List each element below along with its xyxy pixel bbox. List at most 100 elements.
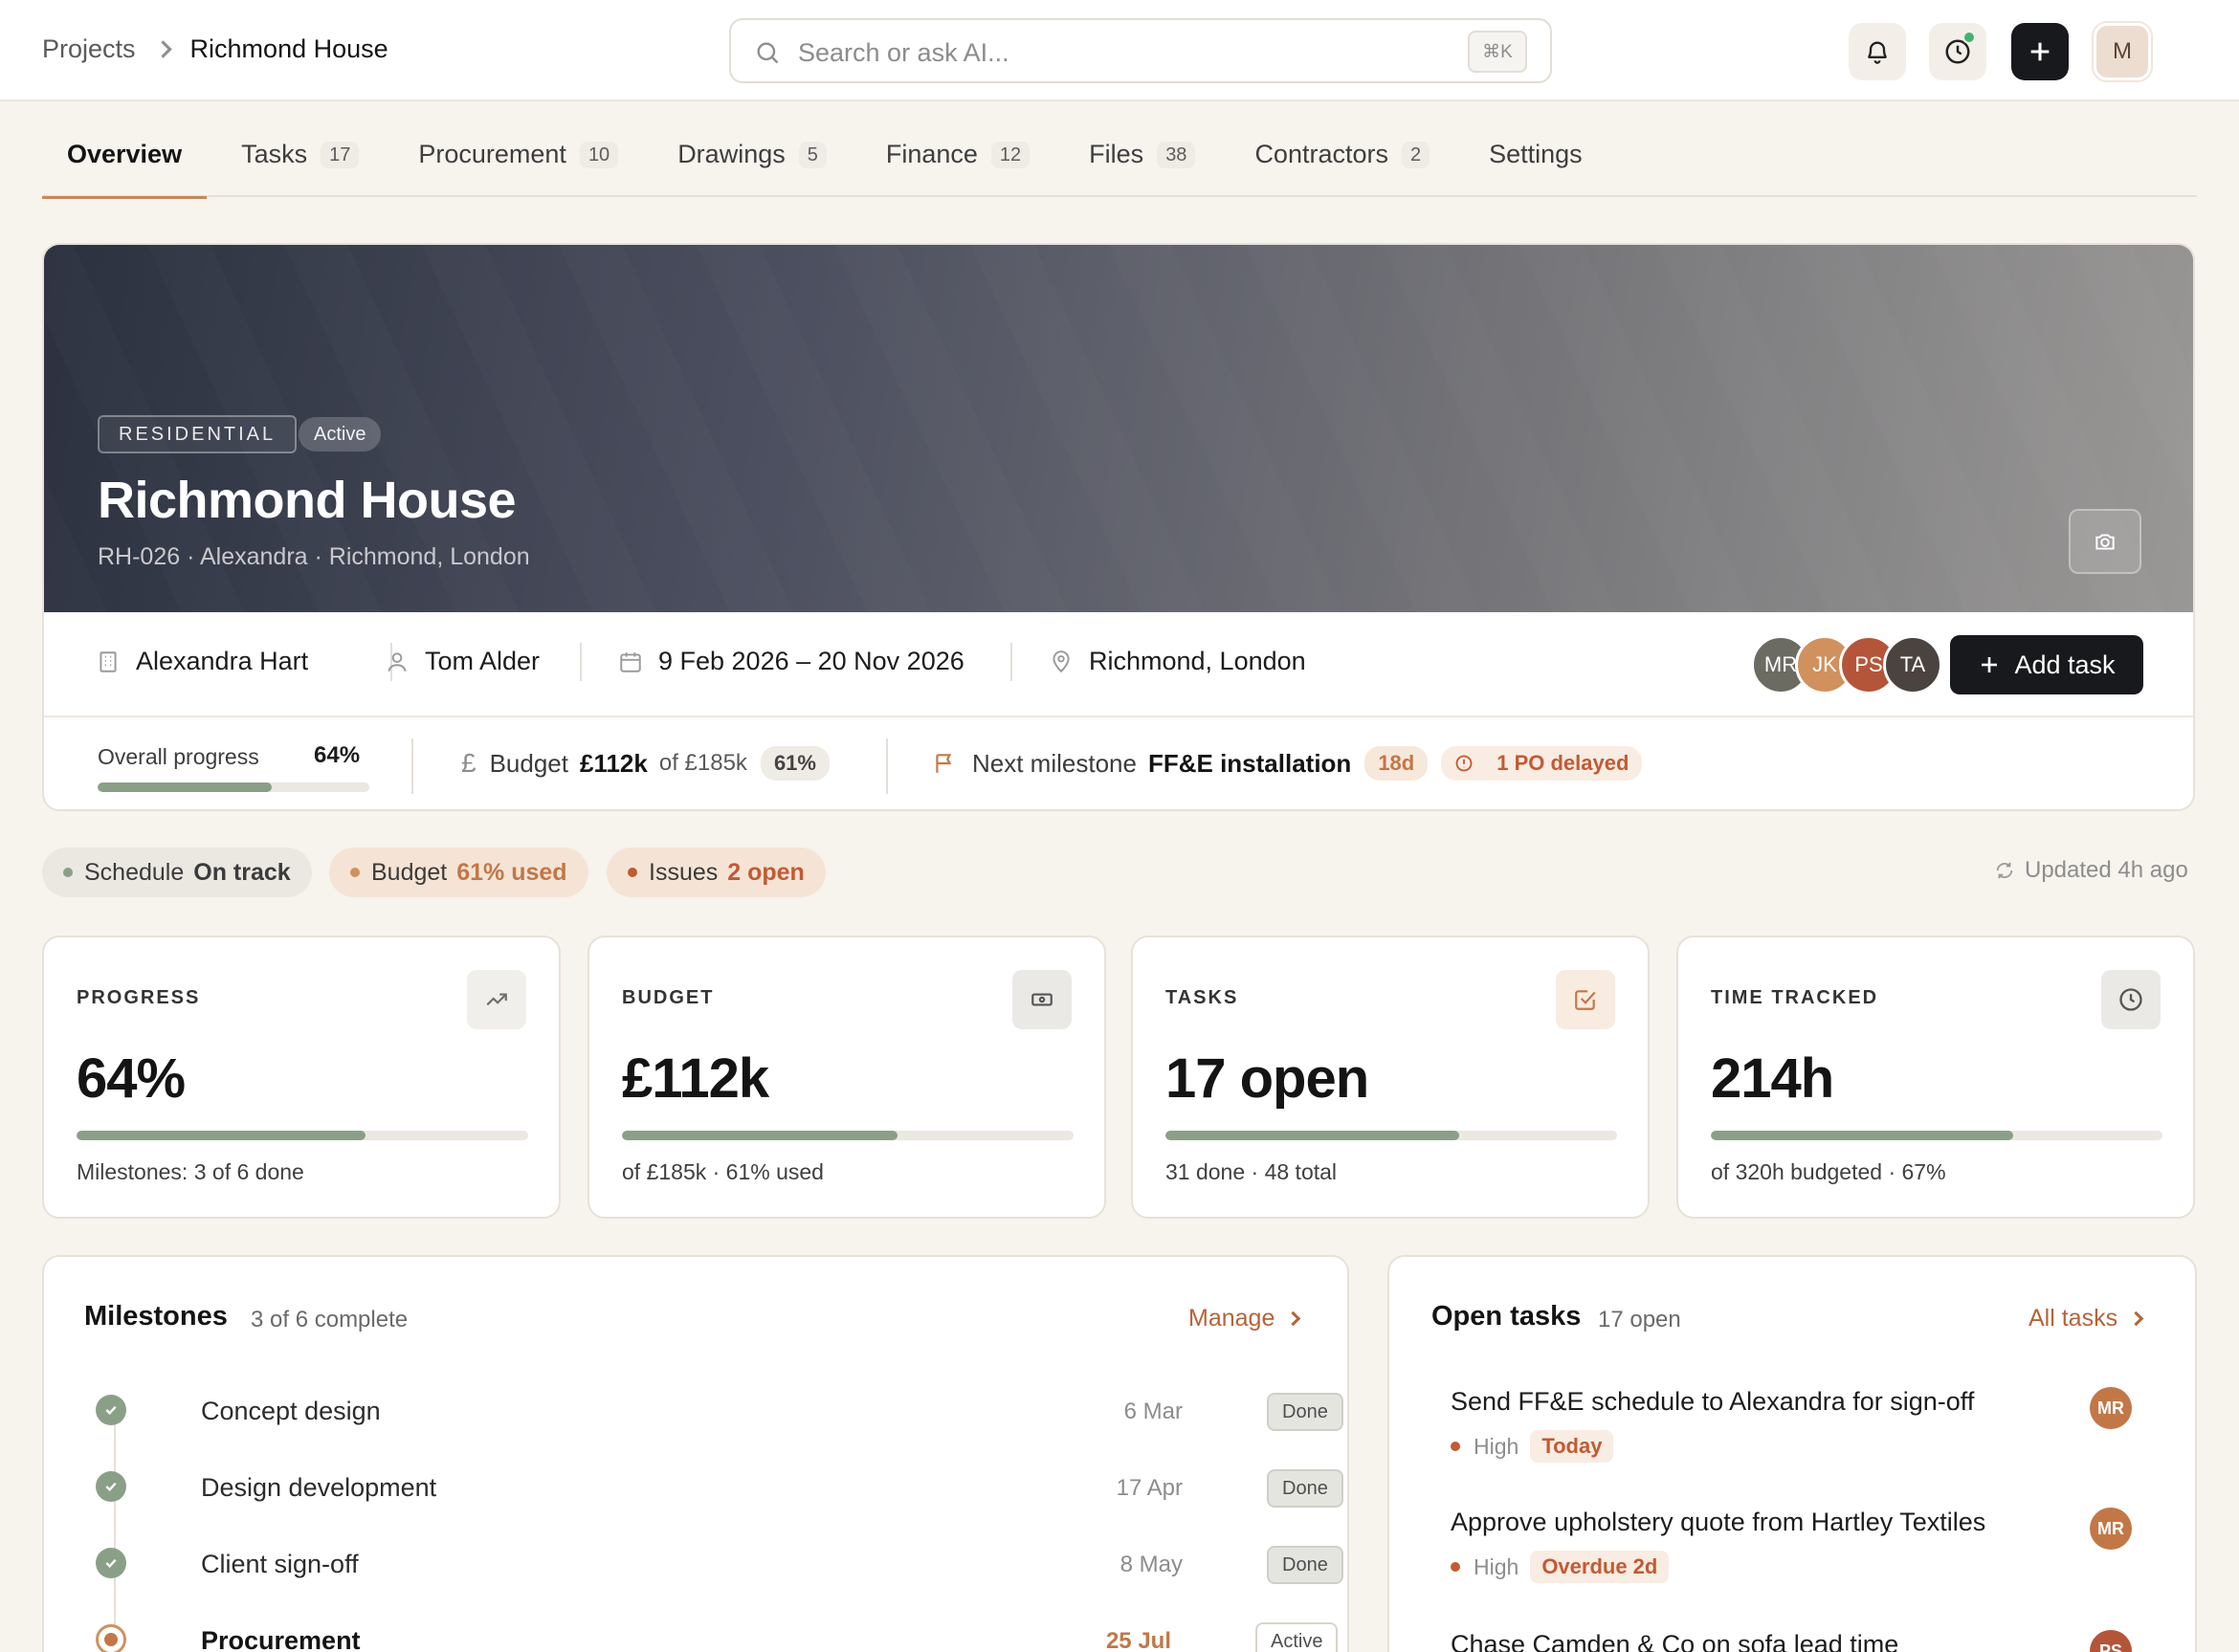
open-tasks-panel: Open tasks 17 open All tasks Send FF&E s… [1387, 1255, 2197, 1652]
kpi-value: 17 open [1165, 1047, 1369, 1110]
user-avatar[interactable]: M [2094, 23, 2151, 80]
link-label: Manage [1188, 1305, 1275, 1332]
manage-milestones-link[interactable]: Manage [1188, 1305, 1301, 1333]
avatar[interactable]: MR [2090, 1387, 2132, 1429]
kpi-label: TIME TRACKED [1711, 987, 1879, 1008]
progress-value: 64% [314, 742, 361, 768]
create-button[interactable] [2011, 23, 2069, 80]
manager-info: Tom Alder [385, 647, 540, 676]
budget-summary: £ Budget £112k of £185k 61% [461, 746, 830, 781]
kpi-card-budget: BUDGET £112k of £185k · 61% used [587, 936, 1106, 1219]
tab-drawings[interactable]: Drawings 5 [653, 130, 852, 197]
milestone-item[interactable]: Client sign-off 8 May Done [96, 1536, 1343, 1584]
task-item[interactable]: Send FF&E schedule to Alexandra for sign… [1451, 1387, 2195, 1463]
building-icon [100, 650, 117, 672]
plus-icon [1982, 657, 1998, 672]
milestone-date: 8 May [1120, 1552, 1183, 1577]
kpi-value: 214h [1711, 1047, 1834, 1110]
all-tasks-link[interactable]: All tasks [2028, 1305, 2144, 1333]
activity-button[interactable] [1929, 23, 1986, 80]
po-delayed-text: 1 PO delayed [1496, 751, 1629, 775]
last-updated: Updated 4h ago [1994, 857, 2188, 884]
tab-label: Files [1089, 140, 1144, 168]
task-meta: High Today [1451, 1430, 2195, 1463]
tab-settings[interactable]: Settings [1464, 130, 1607, 197]
chevron-right-icon [2128, 1311, 2144, 1327]
alert-circle-icon [1455, 755, 1473, 772]
search-box[interactable]: ⌘K [729, 18, 1552, 83]
status-badge: Done [1267, 1546, 1343, 1584]
budget-spent: £112k [579, 748, 648, 778]
divider [886, 738, 888, 794]
task-item[interactable]: Approve upholstery quote from Hartley Te… [1451, 1508, 2195, 1583]
milestone-item[interactable]: Concept design 6 Mar Done [96, 1383, 1343, 1431]
task-item[interactable]: Chase Camden & Co on sofa lead time [1451, 1630, 2195, 1652]
change-cover-button[interactable] [2069, 509, 2141, 574]
kpi-icon-button [1556, 970, 1615, 1029]
progress-fill [98, 782, 272, 792]
add-task-label: Add task [2014, 650, 2116, 679]
milestone-item[interactable]: Design development 17 Apr Done [96, 1460, 1343, 1508]
tab-label: Settings [1489, 140, 1583, 168]
divider [411, 738, 413, 794]
kpi-icon-button [467, 970, 526, 1029]
next-milestone-summary: Next milestone FF&E installation 18d 1 P… [932, 746, 1643, 781]
chevron-right-icon [153, 40, 172, 58]
breadcrumb-projects[interactable]: Projects [42, 34, 136, 64]
milestone-done-icon [96, 1395, 126, 1425]
tab-tasks[interactable]: Tasks 17 [216, 130, 384, 197]
kpi-progress-bar [622, 1131, 1074, 1140]
progress-label: Overall progress [98, 744, 259, 769]
kpi-fill [622, 1131, 898, 1140]
budget-total: of £185k [658, 750, 747, 776]
date-range-info: 9 Feb 2026 – 20 Nov 2026 [618, 647, 964, 676]
kpi-card-time: TIME TRACKED 214h of 320h budgeted · 67% [1676, 936, 2195, 1219]
flag-icon [936, 754, 952, 773]
kpi-progress-bar [1711, 1131, 2162, 1140]
avatar[interactable]: TA [1883, 635, 1942, 694]
project-subtitle: RH-026 · Alexandra · Richmond, London [98, 543, 530, 570]
budget-label: Budget [489, 748, 568, 778]
po-delayed-badge[interactable]: 1 PO delayed [1441, 746, 1643, 781]
camera-icon [2095, 534, 2115, 550]
progress-summary-row: Overall progress 64% £ Budget £112k of £… [44, 717, 2193, 809]
avatar[interactable]: MR [2090, 1508, 2132, 1550]
tab-overview[interactable]: Overview [42, 130, 208, 199]
project-meta-row: Alexandra Hart Tom Alder 9 Feb 2026 – 20… [44, 612, 2193, 717]
map-pin-icon [1053, 650, 1070, 672]
priority-dot [1451, 1562, 1460, 1572]
tab-procurement[interactable]: Procurement 10 [393, 130, 643, 197]
search-input[interactable] [798, 33, 1410, 72]
manager-name: Tom Alder [425, 647, 541, 675]
link-label: All tasks [2028, 1305, 2118, 1332]
kpi-subtext: of £185k · 61% used [622, 1159, 824, 1184]
tab-label: Overview [67, 140, 183, 168]
date-range: 9 Feb 2026 – 20 Nov 2026 [658, 647, 964, 675]
milestone-label: Next milestone [972, 748, 1137, 778]
kpi-value: £112k [622, 1047, 769, 1110]
kpi-fill [1711, 1131, 2014, 1140]
milestone-item[interactable]: Procurement 25 Jul Active [96, 1613, 1340, 1652]
kpi-label: BUDGET [622, 987, 715, 1008]
task-due-badge: Overdue 2d [1530, 1551, 1670, 1583]
status-badge: Active [1255, 1622, 1339, 1652]
team-avatars[interactable]: MR JK PS TA [1751, 635, 1942, 694]
milestone-name: Design development [201, 1473, 437, 1502]
tab-files[interactable]: Files 38 [1064, 130, 1220, 197]
check-icon [105, 1558, 117, 1569]
kpi-icon-button [2101, 970, 2161, 1029]
milestone-done-icon [96, 1471, 126, 1502]
add-task-button[interactable]: Add task [1950, 635, 2143, 694]
kpi-fill [1165, 1131, 1459, 1140]
panel-title: Open tasks [1431, 1301, 1582, 1332]
chip-label: Budget [371, 858, 448, 886]
project-header-card: RESIDENTIAL Active Richmond House RH-026… [42, 243, 2195, 811]
project-title: Richmond House [98, 472, 517, 529]
kpi-card-progress: PROGRESS 64% Milestones: 3 of 6 done [42, 936, 561, 1219]
milestone-date: 25 Jul [1105, 1628, 1171, 1652]
panel-title: Milestones [84, 1301, 228, 1332]
tab-finance[interactable]: Finance 12 [861, 130, 1054, 197]
notifications-button[interactable] [1849, 23, 1906, 80]
tab-contractors[interactable]: Contractors 2 [1230, 130, 1454, 197]
breadcrumb: Projects Richmond House [42, 34, 388, 64]
